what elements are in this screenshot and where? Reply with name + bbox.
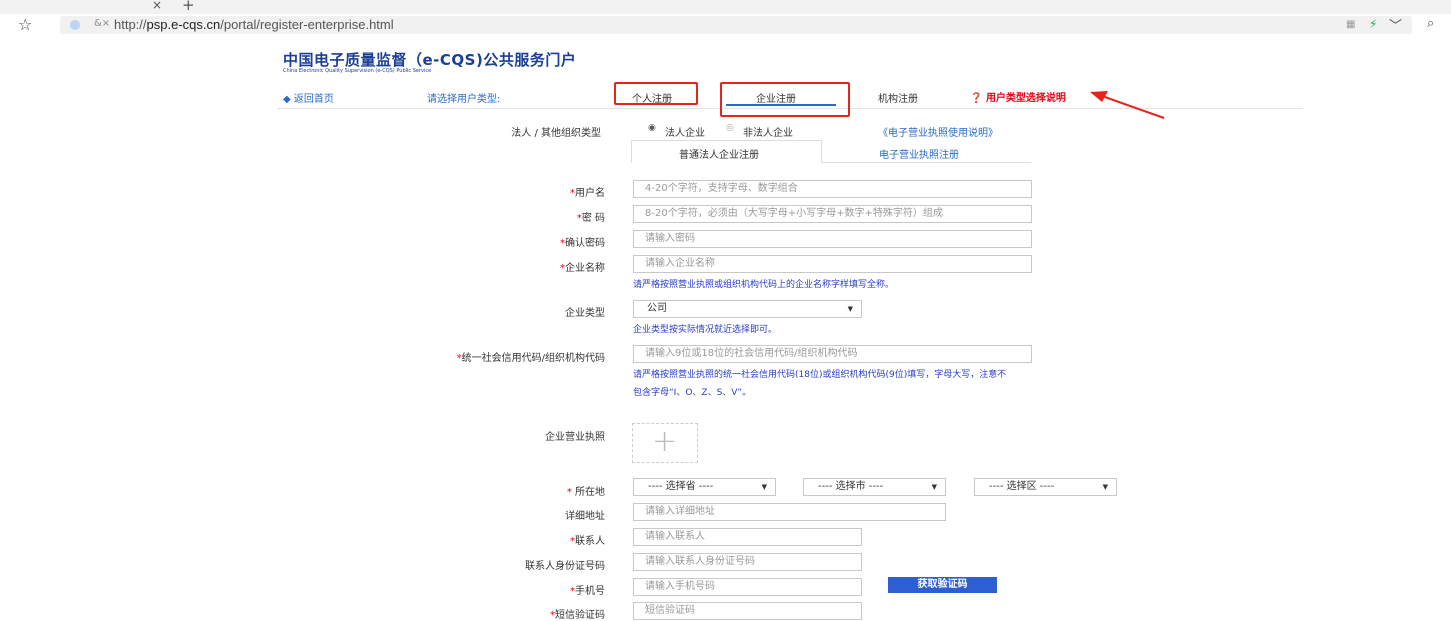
help-icon: ❓ [970,93,983,104]
province-select[interactable]: ---- 选择省 ---- ▼ [633,478,776,496]
password-input[interactable]: 8-20个字符，必须由（大写字母+小写字母+数字+特殊字符）组成 [633,205,1032,223]
qr-code-icon[interactable]: ▦ [1346,19,1355,30]
city-value: ---- 选择市 ---- [818,481,884,492]
page-title: 中国电子质量监督（e-CQS)公共服务门户 [283,51,577,69]
annotation-arrow [1090,91,1165,119]
page-subtitle: China Electronic Quality Supervision (e-… [283,68,432,74]
new-tab-icon[interactable]: + [182,0,195,14]
org-type-label: 法人 / 其他组织类型 [511,128,601,139]
confirm-password-input[interactable]: 请输入密码 [633,230,1032,248]
contact-input[interactable]: 请输入联系人 [633,528,862,546]
radio-nonlegal[interactable]: ◎ [726,123,734,133]
tab-institution[interactable]: 机构注册 [878,90,918,105]
sms-code-label: *短信验证码 [550,610,605,621]
credit-code-hint-1: 请严格按照营业执照的统一社会信用代码(18位)或组织机构代码(9位)填写，字母大… [633,370,1007,380]
sms-code-input[interactable]: 短信验证码 [633,602,862,620]
idcard-input[interactable]: 请输入联系人身份证号码 [633,553,862,571]
plus-icon: + [652,424,678,459]
caret-down-icon: ▼ [847,305,853,313]
password-label: *密 码 [576,213,605,224]
subtab-electronic[interactable]: 电子营业执照注册 [879,146,959,161]
speed-icon[interactable]: ⚡ [1369,17,1377,31]
caret-down-icon: ▼ [761,483,767,491]
district-select[interactable]: ---- 选择区 ---- ▼ [974,478,1117,496]
close-tab-icon[interactable]: × [152,0,162,12]
address-label: 详细地址 [565,511,605,522]
city-select[interactable]: ---- 选择市 ---- ▼ [803,478,946,496]
location-label: * 所在地 [566,487,605,498]
subtab-normal-label: 普通法人企业注册 [679,150,759,161]
subtab-divider [822,162,1031,163]
address-input[interactable]: 请输入详细地址 [633,503,946,521]
type-help-link[interactable]: ❓ 用户类型选择说明 [970,89,1066,104]
back-arrow-icon: ◆ [283,94,291,105]
radio-legal-checked[interactable]: ◉ [648,123,656,133]
license-label: 企业营业执照 [545,432,605,443]
radio-legal-label: 法人企业 [665,128,705,139]
company-type-label: 企业类型 [565,308,605,319]
phone-input[interactable]: 请输入手机号码 [633,578,862,596]
credit-code-hint-2: 包含字母“I、O、Z、S、V”。 [633,388,752,398]
contact-label: *联系人 [570,536,605,547]
back-home-link[interactable]: ◆ 返回首页 [283,90,334,105]
district-value: ---- 选择区 ---- [989,481,1055,492]
highlight-personal [614,82,698,105]
tab-bar: × + [0,0,1451,14]
province-value: ---- 选择省 ---- [648,481,714,492]
choose-type-label: 请选择用户类型: [427,94,501,105]
caret-down-icon: ▼ [1102,483,1108,491]
credit-code-label: *统一社会信用代码/组织机构代码 [456,353,605,364]
site-info-icon[interactable] [70,20,80,30]
radio-nonlegal-label: 非法人企业 [743,128,793,139]
company-type-value: 公司 [647,303,667,314]
license-guide-link[interactable]: 《电子营业执照使用说明》 [878,124,998,139]
insecure-icon: &× [94,18,111,29]
star-icon[interactable]: ☆ [18,15,32,34]
url-text[interactable]: http://psp.e-cqs.cn/portal/register-ente… [114,17,394,32]
confirm-password-label: *确认密码 [560,238,605,249]
highlight-enterprise [720,82,850,117]
caret-down-icon: ▼ [931,483,937,491]
back-home-label: 返回首页 [293,94,334,105]
get-code-button[interactable]: 获取验证码 [888,577,997,593]
company-name-input[interactable]: 请输入企业名称 [633,255,1032,273]
idcard-label: 联系人身份证号码 [525,561,605,572]
company-name-hint: 请严格按照营业执照或组织机构代码上的企业名称字样填写全称。 [633,280,895,290]
phone-label: *手机号 [570,586,605,597]
username-label: *用户名 [570,188,605,199]
type-help-label: 用户类型选择说明 [985,93,1066,104]
company-type-hint: 企业类型按实际情况就近选择即可。 [633,325,778,335]
company-type-select[interactable]: 公司 ▼ [633,300,862,318]
license-upload[interactable]: + [632,423,698,463]
company-name-label: *企业名称 [560,263,605,274]
chevron-down-icon[interactable]: ﹀ [1389,15,1402,34]
username-input[interactable]: 4-20个字符，支持字母、数字组合 [633,180,1032,198]
credit-code-input[interactable]: 请输入9位或18位的社会信用代码/组织机构代码 [633,345,1032,363]
search-icon[interactable]: ⌕ [1427,16,1434,31]
